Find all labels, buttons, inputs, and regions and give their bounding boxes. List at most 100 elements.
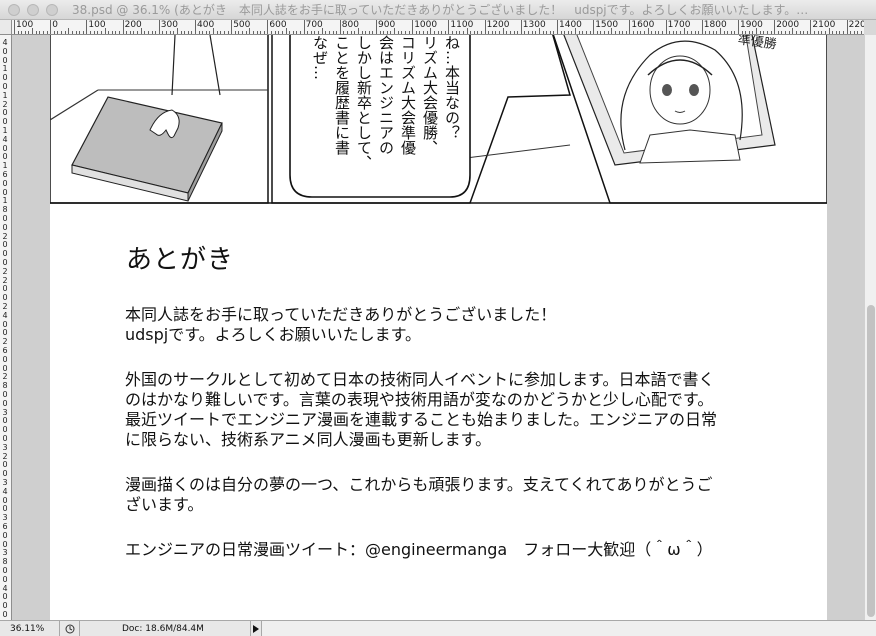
zoom-level[interactable]: 36.11%	[0, 621, 60, 636]
close-window-button[interactable]	[8, 3, 20, 16]
ruler-tick	[108, 31, 110, 34]
ruler-label: 3	[2, 407, 8, 417]
ruler-tick	[162, 31, 164, 34]
ruler-tick	[299, 31, 301, 34]
ruler-tick	[318, 31, 320, 34]
zoom-window-button[interactable]	[46, 3, 58, 16]
ruler-label: 0	[2, 82, 8, 91]
window-titlebar: 38.psd @ 36.1% (あとがき 本同人誌をお手に取っていただきありがと…	[0, 0, 876, 20]
ruler-tick	[93, 31, 95, 34]
ruler-tick	[296, 31, 298, 34]
ruler-label: 0	[2, 390, 8, 399]
ruler-label: 2	[2, 231, 8, 241]
afterword-title: あとがき	[126, 245, 235, 275]
vertical-ruler[interactable]: 4001001200140016001800200022002400260028…	[0, 35, 12, 620]
ruler-tick	[821, 31, 823, 34]
ruler-tick	[205, 31, 207, 34]
ruler-label: 0	[2, 117, 8, 127]
ruler-tick	[21, 31, 23, 34]
ruler-tick	[658, 31, 660, 34]
ruler-tick	[372, 31, 374, 34]
ruler-label: 3	[2, 442, 8, 452]
ruler-tick	[281, 31, 283, 34]
ruler-tick	[480, 31, 482, 34]
ruler-tick	[252, 31, 254, 34]
ruler-tick	[339, 20, 341, 34]
ruler-label: 1	[2, 196, 8, 206]
ruler-tick	[842, 31, 844, 34]
ruler-tick	[260, 31, 262, 34]
ruler-label: 4	[2, 486, 8, 496]
ruler-tick	[676, 31, 678, 34]
ruler-tick	[354, 31, 356, 34]
ruler-label: 1800	[703, 20, 727, 30]
ruler-label: 1	[2, 90, 8, 100]
ruler-label: 1600	[631, 20, 655, 30]
ruler-label: 0	[2, 354, 8, 364]
ruler-tick	[850, 31, 852, 34]
ruler-label: 1100	[450, 20, 474, 30]
ruler-tick	[716, 31, 718, 34]
ruler-tick	[231, 20, 233, 34]
ruler-tick	[64, 31, 66, 34]
ruler-label: 0	[2, 363, 8, 373]
ruler-label: 0	[2, 398, 8, 408]
ruler-tick	[42, 31, 44, 34]
status-bar: 36.11% Doc: 18.6M/84.4M	[0, 620, 876, 636]
ruler-tick	[53, 31, 55, 34]
ruler-label: 0	[2, 328, 8, 338]
ruler-tick	[560, 31, 562, 34]
ruler-tick	[817, 31, 819, 34]
ruler-tick	[622, 31, 624, 34]
ruler-tick	[513, 31, 515, 34]
ruler-tick	[582, 31, 584, 34]
ruler-tick	[531, 31, 533, 34]
ruler-tick	[803, 31, 805, 34]
ruler-label: 8	[2, 205, 8, 215]
speech-column: ことを履歴書に書	[333, 35, 351, 155]
ruler-tick	[289, 31, 291, 34]
ruler-label: 3	[2, 513, 8, 523]
ruler-tick	[506, 31, 508, 34]
vertical-scrollbar[interactable]	[864, 35, 876, 620]
minimize-window-button[interactable]	[27, 3, 39, 16]
ruler-tick	[271, 31, 273, 34]
ruler-tick	[546, 31, 548, 34]
ruler-label: 1900	[740, 20, 763, 30]
ruler-tick	[853, 31, 855, 34]
ruler-tick	[593, 20, 595, 34]
ruler-tick	[535, 31, 537, 34]
ruler-tick	[752, 31, 754, 34]
ruler-label: 1	[2, 126, 8, 135]
ruler-origin[interactable]	[0, 20, 12, 35]
ruler-label: 0	[2, 460, 8, 470]
ruler-tick	[788, 31, 790, 34]
document-page[interactable]: なぜ… ことを履歴書に書 しかし新卒として、 会はエンジニアの コリズム大会準優…	[50, 35, 827, 620]
horizontal-ruler[interactable]: 100 0 100 200 300 400 500 600 700 800 900 1000 1100 1…	[12, 20, 864, 35]
ruler-label: 2	[2, 99, 8, 109]
horizontal-scrollbar[interactable]	[262, 621, 876, 636]
ruler-tick	[307, 31, 309, 34]
ruler-label: 2	[2, 372, 8, 382]
ruler-tick	[46, 31, 48, 34]
ruler-label: 100	[16, 20, 34, 30]
ruler-tick	[419, 31, 421, 34]
ruler-tick	[785, 31, 787, 34]
scrollbar-thumb[interactable]	[867, 305, 875, 617]
proof-icon[interactable]	[60, 621, 80, 636]
ruler-tick	[426, 31, 428, 34]
ruler-tick	[712, 31, 714, 34]
ruler-tick	[151, 31, 153, 34]
ruler-label: 1500	[595, 20, 619, 30]
ruler-label: 6	[2, 522, 8, 531]
ruler-tick	[173, 31, 175, 34]
ruler-tick	[390, 31, 392, 34]
ruler-tick	[328, 31, 330, 34]
ruler-label: 0	[2, 240, 8, 250]
status-menu-arrow-icon[interactable]	[250, 621, 262, 636]
ruler-tick	[412, 20, 414, 34]
ruler-tick	[274, 31, 276, 34]
ruler-tick	[578, 31, 580, 34]
ruler-label: 0	[2, 566, 8, 575]
ruler-tick	[332, 31, 334, 34]
